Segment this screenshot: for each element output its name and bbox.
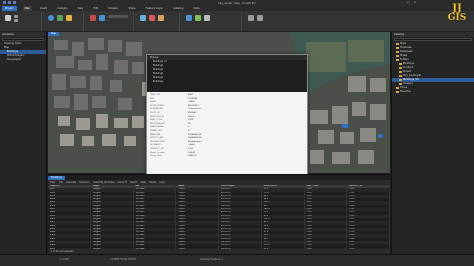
folder-icon bbox=[399, 66, 402, 69]
folder-icon bbox=[396, 58, 399, 61]
select-by-location-icon[interactable] bbox=[158, 15, 164, 21]
paste-icon[interactable] bbox=[5, 15, 11, 21]
tab-feature-layer[interactable]: Feature Layer bbox=[144, 7, 165, 10]
table-toolbar-button[interactable]: Clear bbox=[140, 181, 146, 184]
select-by-attributes-icon[interactable] bbox=[149, 15, 155, 21]
attribute-key: Shape_Area bbox=[150, 155, 163, 158]
popup-attributes: OBJECTID 4457 BIN 1015434 NAME <Null> LSTMODDA… bbox=[147, 92, 307, 161]
measure-icon[interactable] bbox=[186, 15, 192, 21]
catalog-item-label: Project bbox=[403, 70, 412, 73]
maximize-icon[interactable]: □ bbox=[407, 0, 410, 4]
table-toolbar-button[interactable]: Delete bbox=[149, 181, 156, 184]
folder-icon bbox=[396, 90, 399, 93]
catalog-search-input[interactable] bbox=[394, 38, 472, 41]
add-preset-icon[interactable] bbox=[99, 15, 105, 21]
tab-map-view[interactable]: Map bbox=[48, 32, 60, 36]
ribbon-group-layer bbox=[86, 12, 134, 31]
ribbon-group-navigate bbox=[44, 12, 84, 31]
ribbon-group-selection bbox=[136, 12, 180, 31]
catalog-pane: Catalog Maps Toolboxes Databases Styles Fold… bbox=[391, 32, 474, 254]
tab-insert[interactable]: Insert bbox=[38, 7, 49, 10]
folder-icon bbox=[396, 86, 399, 89]
tab-labeling[interactable]: Labeling bbox=[171, 7, 186, 10]
popup-feature-list: Buildings (7) Buildings Buildings Buildi… bbox=[147, 60, 307, 92]
table-toolbar-button[interactable]: Calculate bbox=[66, 181, 76, 184]
catalog-item-label: Databases bbox=[400, 50, 413, 53]
folder-icon bbox=[399, 78, 402, 81]
window-controls: – □ × bbox=[401, 0, 416, 4]
tab-analysis[interactable]: Analysis bbox=[55, 7, 69, 10]
pause-labels-icon[interactable] bbox=[248, 15, 254, 21]
folder-icon bbox=[399, 74, 402, 77]
folder-icon bbox=[399, 62, 402, 65]
folder-icon bbox=[396, 54, 399, 57]
infographics-icon[interactable] bbox=[204, 15, 210, 21]
contents-search-input[interactable] bbox=[2, 38, 44, 41]
select-icon[interactable] bbox=[140, 15, 146, 21]
tab-data[interactable]: Data bbox=[192, 7, 202, 10]
attribute-table-pane: Buildings Field: Add Calculate Selection: Se… bbox=[48, 174, 390, 254]
folder-icon bbox=[396, 42, 399, 45]
folder-icon bbox=[396, 46, 399, 49]
basemap-icon[interactable] bbox=[108, 15, 128, 18]
table-toolbar-button[interactable]: Switch bbox=[130, 181, 137, 184]
table-toolbar-button: Field: bbox=[50, 181, 56, 184]
catalog-item-label: Toolboxes bbox=[400, 46, 412, 49]
catalog-item-label: Styles bbox=[400, 54, 408, 57]
logo-line-2: GIS bbox=[447, 13, 467, 23]
tab-view[interactable]: View bbox=[75, 7, 85, 10]
close-icon[interactable]: × bbox=[413, 0, 416, 4]
contents-pane: Contents Drawing Order Map Buildings Wor… bbox=[0, 32, 47, 254]
tab-attribute-table[interactable]: Buildings bbox=[48, 176, 65, 180]
go-to-xy-icon[interactable] bbox=[66, 15, 72, 21]
ribbon-group-inquiry bbox=[182, 12, 242, 31]
catalog-item-label: Home bbox=[400, 86, 408, 89]
coordinate-readout: 73.9857°W 40.7484°N bbox=[110, 258, 137, 261]
table-toolbar-button[interactable]: Select By Attributes bbox=[93, 181, 115, 184]
folder-icon bbox=[399, 70, 402, 73]
ribbon-group-labeling bbox=[244, 12, 284, 31]
channel-logo: JJ GIS bbox=[442, 4, 472, 26]
minimize-icon[interactable]: – bbox=[401, 0, 403, 4]
table-toolbar-button[interactable]: Add bbox=[59, 181, 63, 184]
catalog-item-label: Buildings bbox=[403, 62, 414, 65]
attribute-grid: OBJECTID Shape BIN NAME LSTMODDATE HEIGHTROOF… bbox=[48, 185, 390, 251]
catalog-item-label: Favorites bbox=[400, 90, 411, 93]
folder-icon bbox=[399, 82, 402, 85]
attribute-value: 2089.37 bbox=[188, 155, 197, 158]
ribbon-group-clipboard bbox=[2, 12, 42, 31]
locate-icon[interactable] bbox=[195, 15, 201, 21]
tab-edit[interactable]: Edit bbox=[91, 7, 100, 10]
cut-icon[interactable] bbox=[14, 15, 18, 18]
catalog-item-label: Folders bbox=[400, 58, 409, 61]
popup-list-item[interactable]: Buildings bbox=[147, 80, 307, 84]
copy-icon[interactable] bbox=[14, 19, 18, 22]
catalog-item-label: City_Aerial.gdb bbox=[403, 74, 422, 77]
explore-icon[interactable] bbox=[48, 15, 54, 21]
table-toolbar-button[interactable]: Zoom To bbox=[118, 181, 127, 184]
table-toolbar-button: Selection: bbox=[79, 181, 91, 184]
selected-count: Selected Features: 1 bbox=[200, 258, 224, 261]
scale-readout[interactable]: 1:2,500 bbox=[60, 258, 69, 261]
catalog-item-label: Locators bbox=[403, 66, 414, 69]
catalog-item[interactable]: Favorites bbox=[392, 90, 474, 94]
tab-share[interactable]: Share bbox=[126, 7, 137, 10]
ribbon bbox=[0, 11, 474, 32]
bookmarks-icon[interactable] bbox=[57, 15, 63, 21]
contents-item[interactable]: Topographic bbox=[0, 58, 46, 62]
catalog-item-label: Imagery bbox=[403, 82, 413, 85]
catalog-pane-title: Catalog bbox=[392, 32, 474, 37]
catalog-item-label: Maps bbox=[400, 42, 407, 45]
popup-attribute-row: Shape_Area 2089.37 bbox=[150, 155, 304, 159]
view-unplaced-icon[interactable] bbox=[257, 15, 263, 21]
catalog-item-label: Buildings_3D bbox=[403, 78, 419, 81]
contents-pane-title: Contents bbox=[0, 32, 46, 37]
tab-imagery[interactable]: Imagery bbox=[106, 7, 120, 10]
status-bar: 1:2,500 73.9857°W 40.7484°N Selected Fea… bbox=[0, 254, 474, 266]
table-toolbar-button[interactable]: Copy bbox=[159, 181, 165, 184]
folder-icon bbox=[396, 50, 399, 53]
add-data-icon[interactable] bbox=[90, 15, 96, 21]
catalog-list: Maps Toolboxes Databases Styles Folders Build… bbox=[392, 42, 474, 94]
